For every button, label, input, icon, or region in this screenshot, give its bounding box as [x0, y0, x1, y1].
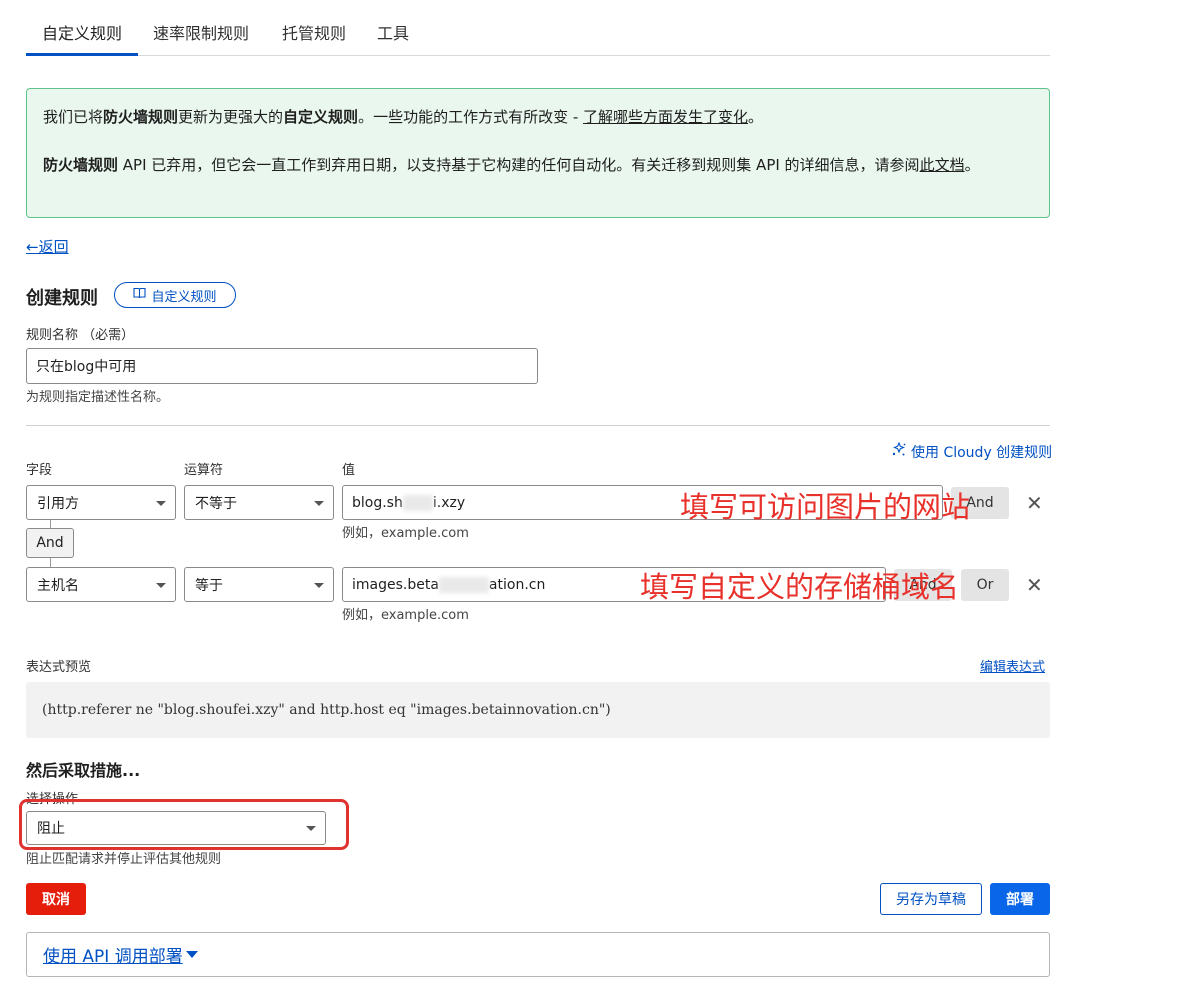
deploy-button[interactable]: 部署 — [990, 883, 1050, 915]
edit-expression-link[interactable]: 编辑表达式 — [980, 656, 1045, 675]
condition-1-operator-select[interactable]: 不等于 — [184, 485, 334, 520]
annotation-allowed-site: 填写可访问图片的网站 — [680, 490, 971, 524]
notice-line-2: 防火墙规则 API 已弃用，但它会一直工作到弃用日期，以支持基于它构建的任何自动… — [43, 156, 980, 174]
condition-1-example: 例如，example.com — [342, 526, 469, 541]
api-deploy-toggle[interactable]: 使用 API 调用部署 — [43, 942, 183, 967]
back-link[interactable]: ←返回 — [26, 236, 69, 257]
condition-2-or-button[interactable]: Or — [961, 569, 1009, 601]
active-tab-indicator — [26, 53, 138, 56]
redacted-text — [438, 576, 489, 593]
cloudy-create-rule-button[interactable]: 使用 Cloudy 创建规则 — [891, 441, 1052, 462]
condition-2-operator-select[interactable]: 等于 — [184, 567, 334, 602]
action-helper: 阻止匹配请求并停止评估其他规则 — [26, 852, 222, 867]
condition-2-field-select[interactable]: 主机名 — [26, 567, 176, 602]
rule-name-input[interactable]: 只在blog中可用 — [26, 348, 538, 384]
field-column-label: 字段 — [26, 463, 53, 478]
value-column-label: 值 — [342, 463, 356, 478]
condition-2-example: 例如，example.com — [342, 608, 469, 623]
condition-2-remove-icon[interactable]: ✕ — [1026, 573, 1043, 597]
page-title: 创建规则 — [26, 288, 98, 309]
condition-1-remove-icon[interactable]: ✕ — [1026, 491, 1043, 515]
and-connector-button[interactable]: And — [26, 528, 74, 558]
rule-name-label: 规则名称 （必需） — [26, 328, 135, 343]
rule-name-helper: 为规则指定描述性名称。 — [26, 390, 170, 405]
chevron-down-icon — [314, 582, 324, 588]
annotation-bucket-domain: 填写自定义的存储桶域名 — [640, 570, 960, 604]
tab-bar: 自定义规则 速率限制规则 托管规则 工具 — [26, 0, 1050, 56]
highlight-annotation-box — [19, 799, 349, 850]
book-icon — [133, 287, 147, 303]
redacted-text — [402, 494, 433, 511]
connector-line — [50, 520, 51, 528]
action-heading: 然后采取措施... — [26, 761, 141, 780]
chevron-down-icon — [156, 582, 166, 588]
connector-line — [50, 558, 51, 567]
chevron-down-icon — [314, 500, 324, 506]
cancel-button[interactable]: 取消 — [26, 883, 86, 915]
operator-column-label: 运算符 — [184, 463, 224, 478]
docs-link[interactable]: 此文档 — [920, 156, 965, 174]
divider — [26, 425, 1050, 426]
save-draft-button[interactable]: 另存为草稿 — [880, 883, 982, 915]
caret-down-icon[interactable] — [185, 951, 198, 958]
tab-managed-rules[interactable]: 托管规则 — [282, 20, 346, 44]
chevron-down-icon — [156, 500, 166, 506]
migration-notice: 我们已将防火墙规则更新为更强大的自定义规则。一些功能的工作方式有所改变 - 了解… — [26, 88, 1050, 218]
tab-tools[interactable]: 工具 — [377, 20, 409, 44]
condition-1-field-select[interactable]: 引用方 — [26, 485, 176, 520]
api-deploy-panel: 使用 API 调用部署 — [26, 932, 1050, 977]
learn-changes-link[interactable]: 了解哪些方面发生了变化 — [583, 108, 748, 126]
custom-rules-docs-button[interactable]: 自定义规则 — [114, 282, 236, 308]
sparkle-icon — [891, 441, 907, 462]
expression-preview-label: 表达式预览 — [26, 660, 92, 675]
notice-line-1: 我们已将防火墙规则更新为更强大的自定义规则。一些功能的工作方式有所改变 - 了解… — [43, 108, 764, 126]
expression-preview: (http.referer ne "blog.shoufei.xzy" and … — [26, 682, 1050, 738]
tab-rate-limiting[interactable]: 速率限制规则 — [153, 20, 249, 44]
tab-custom-rules[interactable]: 自定义规则 — [42, 20, 122, 44]
